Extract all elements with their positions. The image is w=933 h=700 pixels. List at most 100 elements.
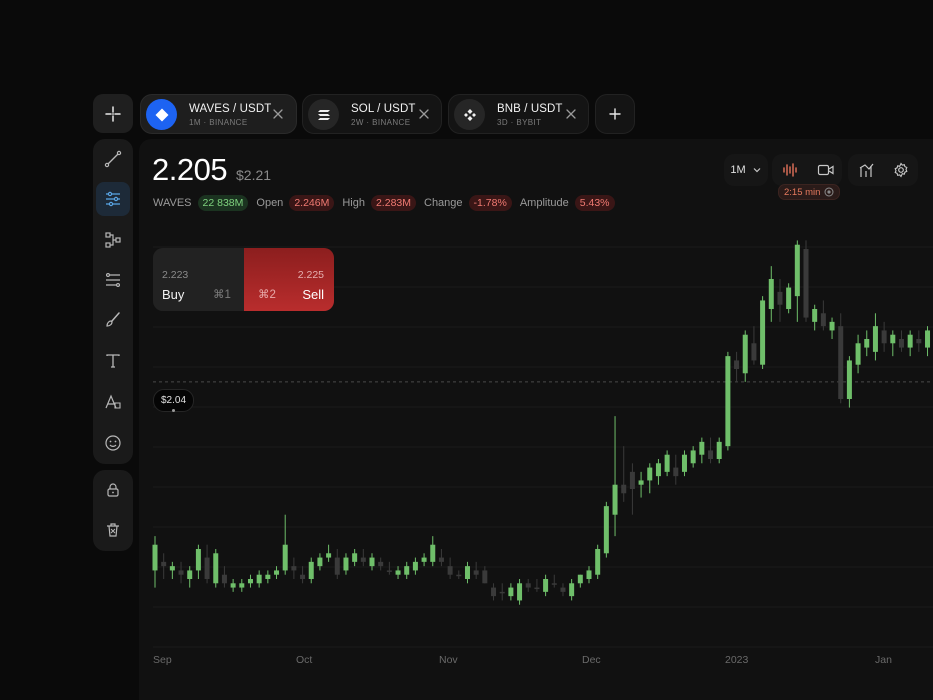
amplitude-value: 5.43% xyxy=(574,195,615,211)
solana-icon xyxy=(308,99,339,130)
candle xyxy=(760,296,766,369)
crosshair-button[interactable] xyxy=(93,94,133,133)
tab-sol-usdt[interactable]: SOL / USDT 2W · BINANCE xyxy=(302,94,442,134)
close-icon[interactable] xyxy=(271,107,285,121)
candle xyxy=(291,557,297,579)
candle xyxy=(829,317,835,339)
buy-price: 2.223 xyxy=(162,269,189,281)
candle xyxy=(534,579,540,592)
candle xyxy=(655,459,661,485)
candle xyxy=(673,454,679,485)
delete-button[interactable] xyxy=(96,513,130,547)
chevron-down-icon xyxy=(753,168,761,173)
add-tab-button[interactable] xyxy=(595,94,635,134)
indicators-button[interactable] xyxy=(858,162,874,178)
candle xyxy=(517,579,523,605)
timeframe-select[interactable]: 1M xyxy=(724,154,768,186)
candle xyxy=(925,326,931,357)
candle xyxy=(551,574,557,588)
candle xyxy=(846,356,852,408)
amplitude-label: Amplitude xyxy=(519,197,569,209)
high-value: 2.283M xyxy=(370,195,416,211)
high-label: High xyxy=(342,197,365,209)
candle xyxy=(378,557,384,571)
candle xyxy=(473,561,479,579)
candle xyxy=(187,566,193,588)
candle xyxy=(282,514,288,575)
node-tree-icon xyxy=(105,232,121,248)
recording-timer: 2:15 min xyxy=(778,184,841,200)
candle xyxy=(681,450,687,477)
candle xyxy=(386,561,392,575)
brush-tool[interactable] xyxy=(96,303,130,337)
candle xyxy=(178,561,184,584)
gear-icon xyxy=(894,162,908,178)
smiley-icon xyxy=(105,435,121,451)
candle xyxy=(404,561,410,579)
candle xyxy=(169,561,175,579)
text-tool[interactable] xyxy=(96,344,130,378)
candle xyxy=(195,544,201,579)
tab-pair-label: SOL / USDT xyxy=(351,103,416,115)
candle xyxy=(491,583,497,601)
x-axis-label: Dec xyxy=(582,654,601,666)
tab-pair-label: WAVES / USDT xyxy=(189,103,272,115)
symbol-label: WAVES xyxy=(153,197,192,209)
lock-button[interactable] xyxy=(96,473,130,507)
lock-icon xyxy=(107,483,119,497)
trend-line-tool[interactable] xyxy=(96,142,130,176)
recording-controls xyxy=(772,154,842,186)
candle xyxy=(621,446,627,502)
candle xyxy=(768,266,774,322)
crosshair-icon xyxy=(105,105,121,122)
candle xyxy=(499,583,505,601)
sound-wave-icon xyxy=(783,163,797,177)
volume-value: 22 838M xyxy=(197,195,249,211)
candle xyxy=(274,566,280,579)
close-icon[interactable] xyxy=(417,107,431,121)
tab-waves-usdt[interactable]: WAVES / USDT 1M · BINANCE xyxy=(140,94,297,134)
open-label: Open xyxy=(256,197,284,209)
video-button[interactable] xyxy=(817,162,835,183)
stop-record-icon[interactable] xyxy=(824,187,834,197)
filters-tool[interactable] xyxy=(96,182,130,216)
x-axis-label: Oct xyxy=(296,654,313,666)
candle xyxy=(872,313,878,361)
candle xyxy=(308,557,314,584)
settings-button[interactable] xyxy=(893,162,909,178)
audio-wave-button[interactable] xyxy=(782,162,798,183)
candle xyxy=(699,437,705,464)
sell-button[interactable]: ⌘2 2.225 Sell xyxy=(244,248,334,311)
candle xyxy=(343,553,349,575)
annotation-tool[interactable] xyxy=(96,385,130,419)
candle xyxy=(204,544,210,584)
candle xyxy=(907,330,913,357)
candle xyxy=(213,549,219,588)
pattern-tool[interactable] xyxy=(96,223,130,257)
candle xyxy=(230,579,236,592)
tab-meta-label: 3D · BYBIT xyxy=(497,118,542,127)
candle xyxy=(612,416,618,537)
close-icon[interactable] xyxy=(564,107,578,121)
candle xyxy=(586,566,592,584)
candle xyxy=(300,566,306,584)
candle xyxy=(369,553,375,571)
candle xyxy=(560,583,566,597)
candle xyxy=(482,566,488,584)
sell-price: 2.225 xyxy=(297,269,324,281)
candle xyxy=(690,446,696,468)
fib-tool[interactable] xyxy=(96,263,130,297)
candlestick-chart[interactable] xyxy=(139,139,933,700)
current-price: 2.205 xyxy=(152,152,228,187)
tab-bnb-usdt[interactable]: BNB / USDT 3D · BYBIT xyxy=(448,94,589,134)
emoji-tool[interactable] xyxy=(96,426,130,460)
candle xyxy=(890,330,896,357)
timeframe-value: 1M xyxy=(730,164,746,176)
trend-line-icon xyxy=(104,150,122,168)
trash-icon xyxy=(107,523,119,537)
candle xyxy=(317,553,323,571)
candle xyxy=(334,549,340,579)
buy-button[interactable]: 2.223 Buy ⌘1 xyxy=(153,248,244,311)
candle xyxy=(595,544,601,579)
text-icon xyxy=(106,354,120,368)
